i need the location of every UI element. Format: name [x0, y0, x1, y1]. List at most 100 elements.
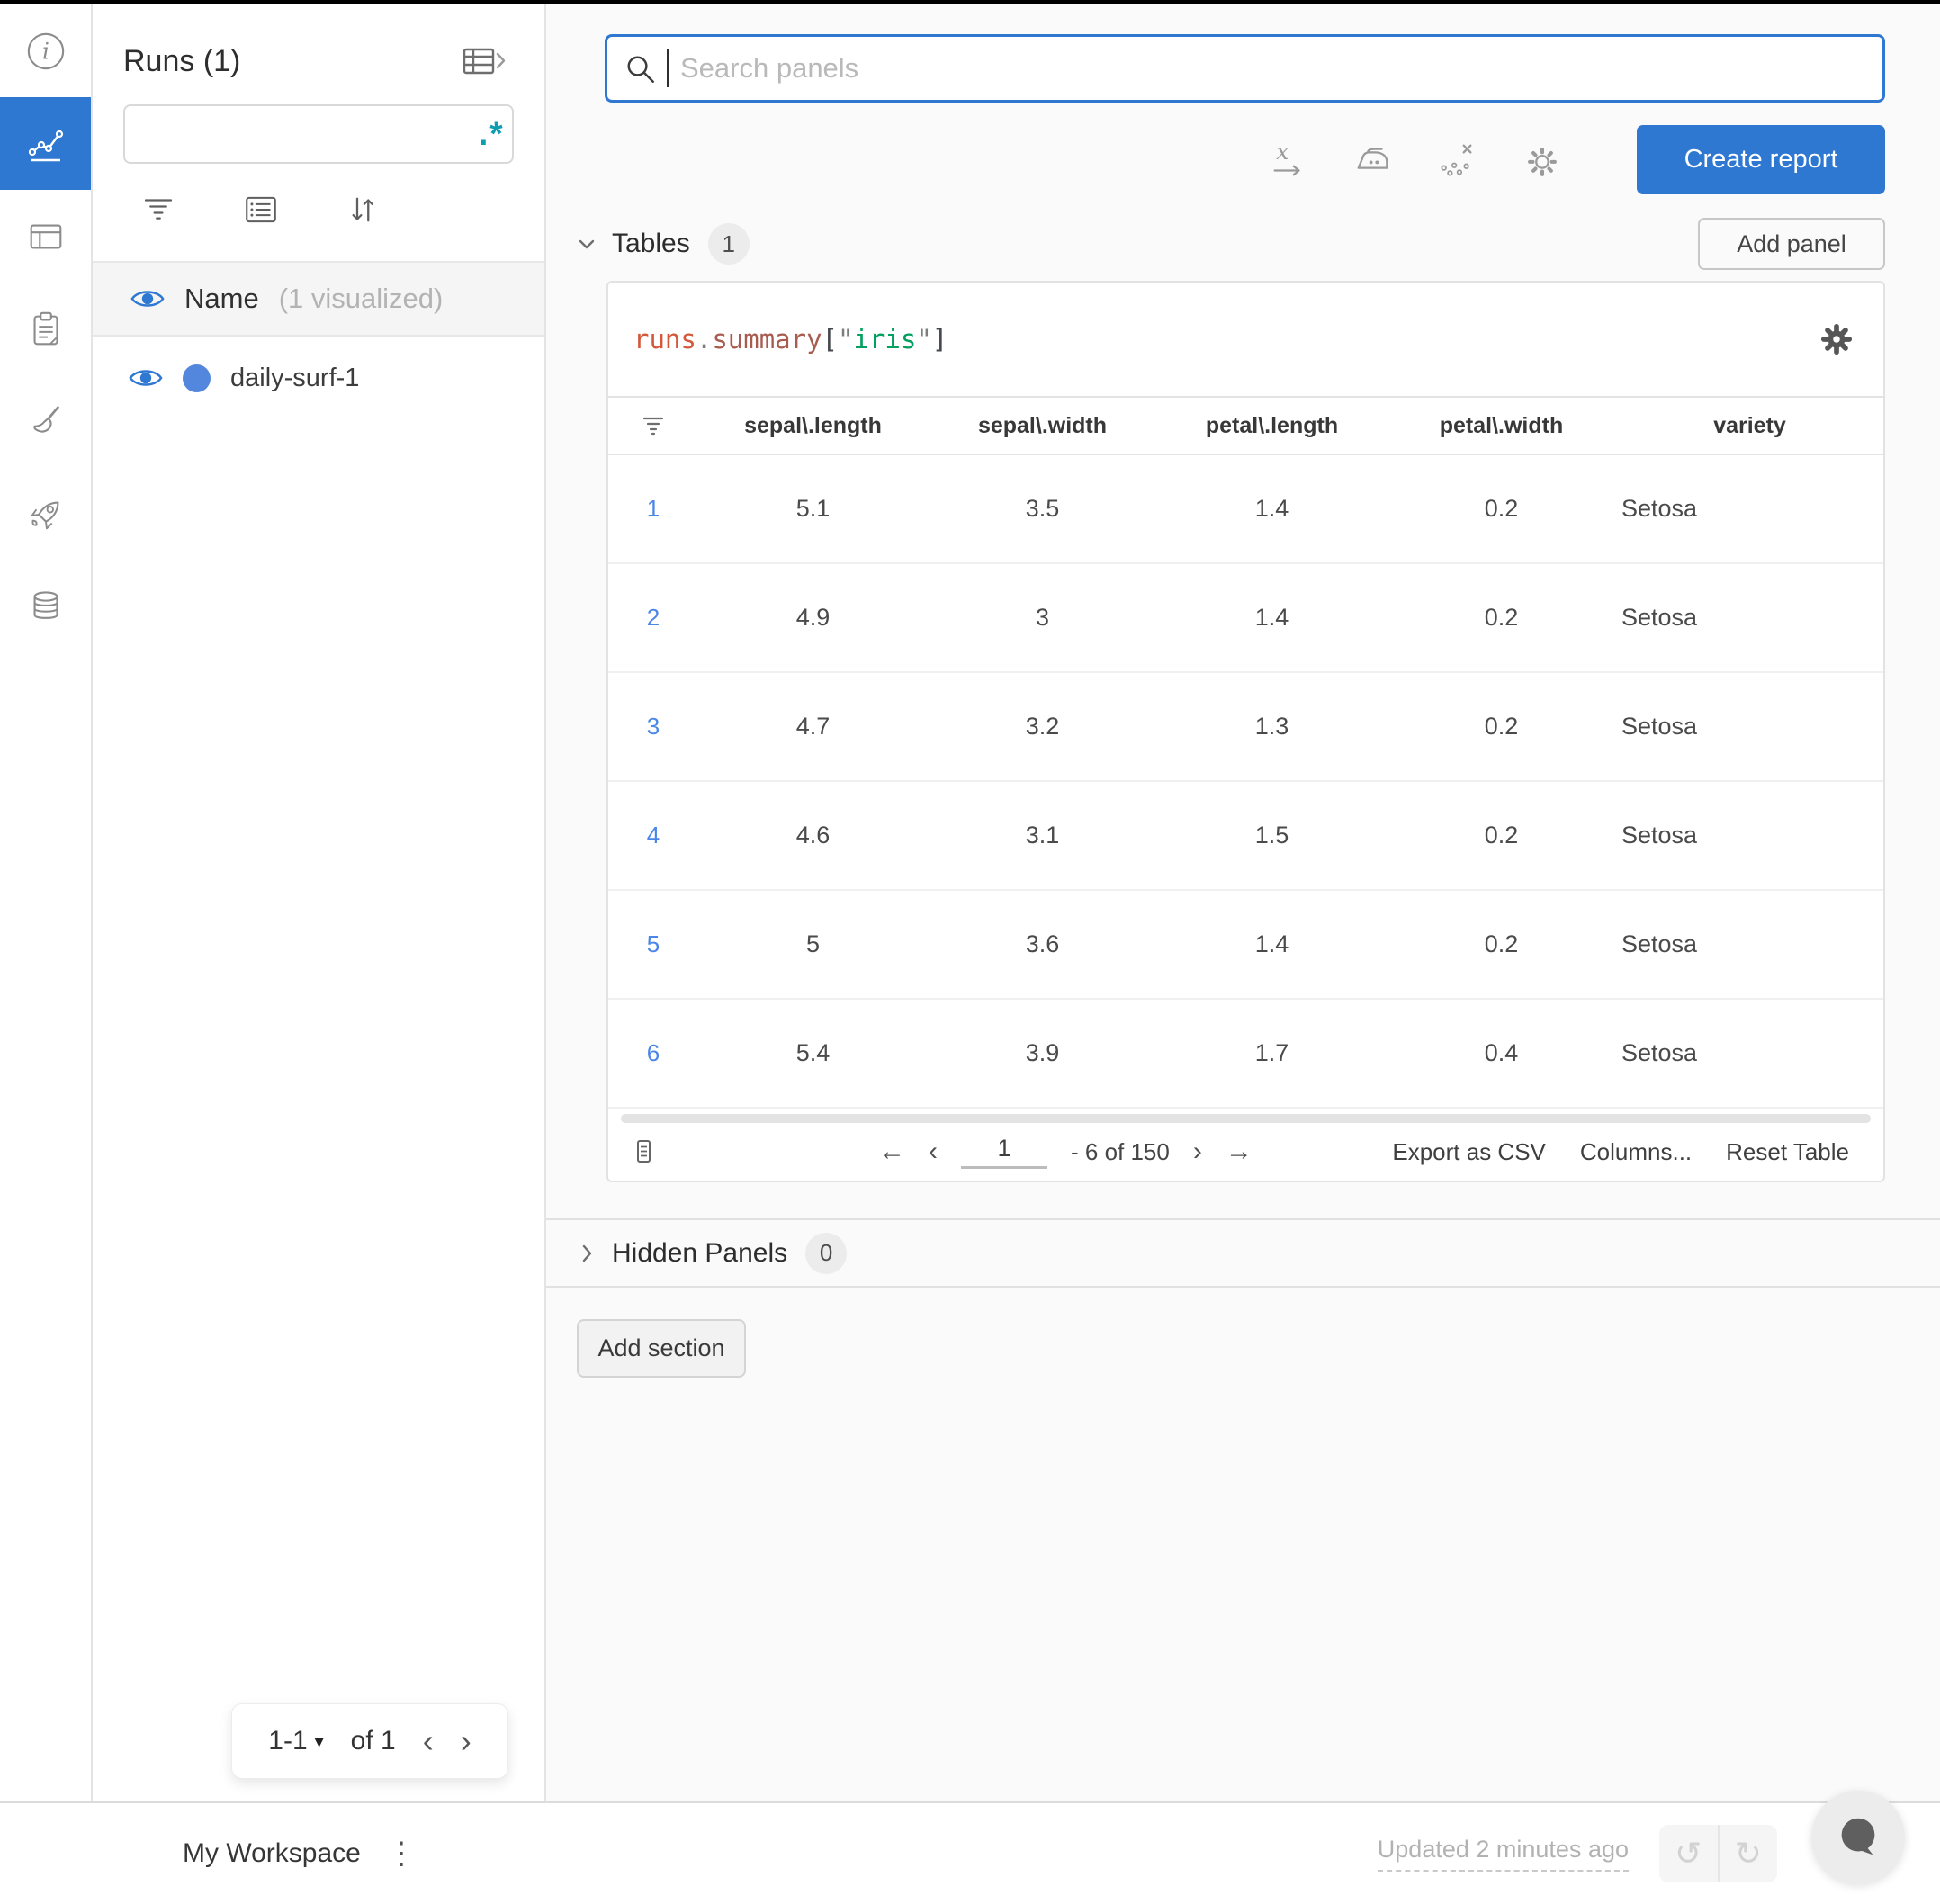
filter-runs-button[interactable] [139, 191, 177, 229]
chat-bubble-icon [1841, 1818, 1875, 1855]
rail-item-artifacts[interactable] [0, 561, 91, 653]
last-page-button[interactable]: → [1226, 1136, 1253, 1167]
create-report-button[interactable]: Create report [1637, 125, 1885, 194]
display-settings-button[interactable] [242, 191, 280, 229]
first-page-button[interactable]: ← [878, 1136, 905, 1167]
page-range-dropdown[interactable]: 1-1 ▾ [268, 1726, 323, 1756]
cell-sepal-length: 5.4 [795, 1039, 831, 1066]
kebab-menu-icon[interactable]: ⋮ [386, 1838, 417, 1869]
smoothing-settings-button[interactable] [1352, 139, 1394, 181]
runs-column-header[interactable]: Name (1 visualized) [93, 261, 544, 337]
content-area: i Runs (1) .* Name (1 visualized) daily-… [0, 4, 1940, 1801]
panel-search-input[interactable] [680, 52, 1866, 85]
cell-petal-length: 1.5 [1254, 822, 1289, 849]
table-pager: ← ‹ - 6 of 150 › → [878, 1135, 1253, 1169]
workspace-name-label[interactable]: My Workspace [183, 1838, 361, 1869]
chevron-down-icon[interactable] [575, 232, 598, 256]
x-axis-settings-button[interactable]: x [1268, 139, 1309, 181]
horizontal-scrollbar[interactable] [621, 1114, 1871, 1123]
panel-expression[interactable]: runs.summary["iris"] [633, 324, 948, 355]
workspace-settings-button[interactable] [1522, 139, 1563, 181]
hidden-panels-label[interactable]: Hidden Panels [612, 1238, 787, 1269]
column-name-label: Name [184, 283, 259, 314]
rail-item-overview[interactable]: i [0, 4, 91, 97]
cell-petal-width: 0.2 [1484, 822, 1519, 849]
page-range-label: 1-1 [268, 1726, 308, 1756]
cell-sepal-length: 5 [805, 930, 821, 957]
panel-search-box[interactable] [605, 34, 1885, 103]
prev-page-button[interactable]: ‹ [423, 1725, 434, 1757]
cell-sepal-width: 3.9 [1025, 1039, 1060, 1066]
cell-petal-width: 0.2 [1484, 930, 1519, 957]
cell-petal-width: 0.2 [1484, 495, 1519, 522]
row-index-link[interactable]: 5 [608, 930, 698, 958]
cell-sepal-width: 3.5 [1025, 495, 1060, 522]
column-header[interactable]: sepal\.length [698, 413, 928, 439]
column-header[interactable]: petal\.width [1387, 413, 1616, 439]
run-search-input[interactable] [139, 119, 479, 149]
run-row[interactable]: daily-surf-1 [93, 337, 544, 419]
database-icon [32, 590, 58, 619]
add-section-button[interactable]: Add section [577, 1319, 746, 1378]
workspace-main: x [546, 4, 1940, 1801]
expression-obj: runs [633, 324, 696, 355]
add-panel-button[interactable]: Add panel [1698, 218, 1885, 270]
columns-button[interactable]: Columns... [1580, 1138, 1692, 1166]
eye-visible-icon[interactable] [130, 286, 165, 311]
bottom-bar-right: Updated 2 minutes ago ↺ ↻ [1377, 1825, 1777, 1882]
chevron-right-icon[interactable] [575, 1242, 598, 1265]
table-filter-button[interactable] [608, 414, 698, 437]
run-search-box[interactable]: .* [123, 104, 514, 164]
chat-support-button[interactable] [1811, 1791, 1905, 1884]
expression-bracket-open: [ [822, 324, 838, 355]
icon-rail: i [0, 4, 93, 1801]
cell-sepal-width: 3 [1035, 604, 1050, 631]
cell-sepal-length: 4.6 [795, 822, 831, 849]
row-index-link[interactable]: 3 [608, 713, 698, 741]
page-number-input[interactable] [961, 1135, 1047, 1169]
updated-timestamp[interactable]: Updated 2 minutes ago [1377, 1836, 1629, 1872]
runs-header: Runs (1) [93, 4, 544, 82]
expand-runs-table-icon[interactable] [460, 40, 508, 82]
row-index-link[interactable]: 4 [608, 822, 698, 849]
cell-sepal-width: 3.6 [1025, 930, 1060, 957]
rail-item-workspace-charts[interactable] [0, 97, 91, 190]
cell-petal-length: 1.4 [1254, 930, 1289, 957]
eye-visible-icon[interactable] [129, 365, 163, 391]
rail-item-launch[interactable] [0, 468, 91, 561]
undo-button[interactable]: ↺ [1659, 1825, 1718, 1882]
column-header[interactable]: sepal\.width [928, 413, 1157, 439]
column-header[interactable]: petal\.length [1157, 413, 1387, 439]
tables-section-label[interactable]: Tables [612, 229, 690, 259]
expression-prop: summary [712, 324, 822, 355]
outliers-settings-button[interactable] [1437, 139, 1478, 181]
workspace-actions-row: x Create report [605, 125, 1885, 194]
regex-toggle[interactable]: .* [479, 117, 505, 150]
cell-variety: Setosa [1621, 713, 1698, 740]
next-page-button[interactable]: › [1193, 1136, 1202, 1167]
row-index-link[interactable]: 1 [608, 495, 698, 523]
table-row: 5 5 3.6 1.4 0.2 Setosa [608, 891, 1883, 1000]
table-panel: runs.summary["iris"] sepal\.length sepal… [606, 281, 1885, 1182]
next-page-button[interactable]: › [461, 1725, 472, 1757]
row-index-link[interactable]: 2 [608, 604, 698, 632]
sort-runs-button[interactable] [345, 191, 382, 229]
cell-sepal-length: 4.9 [795, 604, 831, 631]
table-footer-actions: Export as CSV Columns... Reset Table [1392, 1138, 1849, 1166]
expression-bracket-close: ] [931, 324, 948, 355]
rail-item-panel-grid[interactable] [0, 190, 91, 283]
undo-redo-group: ↺ ↻ [1659, 1825, 1777, 1882]
prev-page-button[interactable]: ‹ [929, 1136, 938, 1167]
table-header-row: sepal\.length sepal\.width petal\.length… [608, 398, 1883, 455]
redo-button[interactable]: ↻ [1717, 1825, 1778, 1882]
row-index-link[interactable]: 6 [608, 1039, 698, 1067]
column-header[interactable]: variety [1616, 413, 1883, 439]
row-height-icon[interactable] [635, 1138, 653, 1165]
page-of-label: of 1 [350, 1726, 396, 1756]
panel-settings-button[interactable] [1819, 321, 1855, 357]
rail-item-sweeps[interactable] [0, 375, 91, 468]
export-csv-button[interactable]: Export as CSV [1392, 1138, 1546, 1166]
reset-table-button[interactable]: Reset Table [1726, 1138, 1849, 1166]
table-panel-header: runs.summary["iris"] [608, 283, 1883, 398]
rail-item-notes[interactable] [0, 283, 91, 375]
